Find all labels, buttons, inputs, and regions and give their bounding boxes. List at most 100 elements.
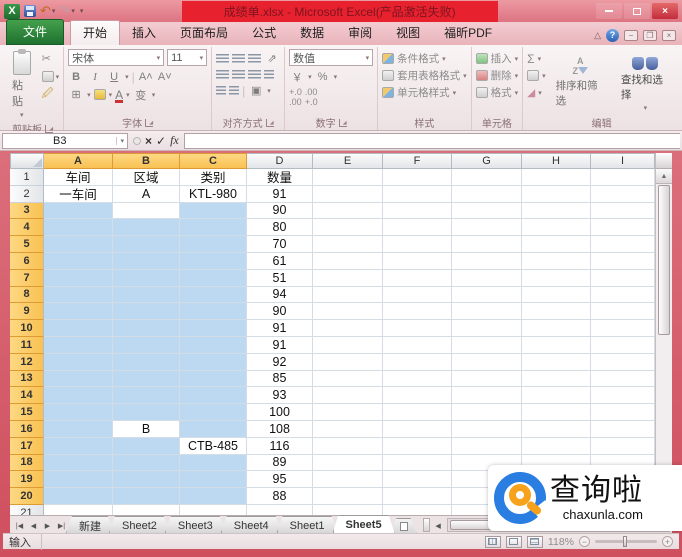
cell-A15[interactable] — [44, 404, 113, 421]
sheet-tab-Sheet4[interactable]: Sheet4 — [221, 516, 282, 533]
qat-customize-button[interactable]: ▾ — [79, 7, 84, 15]
cell-I12[interactable] — [591, 353, 655, 371]
cell-I11[interactable] — [591, 336, 655, 354]
cell-H15[interactable] — [522, 404, 591, 421]
cell-I3[interactable] — [591, 202, 655, 220]
minimize-button[interactable] — [596, 3, 622, 19]
cell-A17[interactable] — [44, 437, 113, 455]
row-header-13[interactable]: 13 — [10, 370, 44, 388]
orientation-icon[interactable]: ⇗ — [264, 51, 280, 66]
cell-G10[interactable] — [452, 320, 522, 337]
row-header-7[interactable]: 7 — [10, 269, 44, 287]
cell-E7[interactable] — [313, 269, 383, 287]
cell-I13[interactable] — [591, 370, 655, 388]
shrink-font-button[interactable]: A˅ — [157, 69, 173, 84]
cell-D10[interactable]: 91 — [247, 320, 313, 337]
workbook-restore-icon[interactable]: ❐ — [643, 30, 657, 41]
cell-E18[interactable] — [313, 454, 383, 472]
cell-G16[interactable] — [452, 420, 522, 438]
ribbon-tab-公式[interactable]: 公式 — [240, 21, 288, 45]
cell-G12[interactable] — [452, 353, 522, 371]
font-dialog-launcher-icon[interactable] — [145, 118, 154, 127]
cell-C21[interactable] — [180, 504, 247, 515]
cell-H8[interactable] — [522, 286, 591, 304]
formula-input[interactable] — [183, 132, 680, 149]
cell-D11[interactable]: 91 — [247, 336, 313, 354]
cell-C4[interactable] — [180, 219, 247, 237]
cell-E21[interactable] — [313, 504, 383, 515]
sheet-tab-Sheet3[interactable]: Sheet3 — [165, 516, 226, 533]
cell-I15[interactable] — [591, 404, 655, 421]
cell-C20[interactable] — [180, 488, 247, 505]
column-header-G[interactable]: G — [452, 153, 522, 169]
cell-B1[interactable]: 区域 — [113, 169, 180, 186]
font-color-button[interactable]: A — [115, 88, 124, 103]
cell-H9[interactable] — [522, 303, 591, 321]
cell-C6[interactable] — [180, 252, 247, 270]
cell-G17[interactable] — [452, 437, 522, 455]
cell-I5[interactable] — [591, 236, 655, 253]
cell-G13[interactable] — [452, 370, 522, 388]
vertical-scroll-thumb[interactable] — [658, 185, 670, 335]
cell-G3[interactable] — [452, 202, 522, 220]
ribbon-tab-审阅[interactable]: 审阅 — [336, 21, 384, 45]
tab-split-handle[interactable] — [422, 518, 430, 532]
clipboard-dialog-launcher-icon[interactable] — [45, 124, 54, 133]
cell-I4[interactable] — [591, 219, 655, 237]
column-header-C[interactable]: C — [180, 153, 247, 169]
delete-cells-button[interactable]: 删除 ▾ — [475, 68, 518, 83]
cell-E14[interactable] — [313, 387, 383, 405]
close-button[interactable]: × — [652, 3, 678, 19]
column-header-I[interactable]: I — [591, 153, 655, 169]
page-break-view-button[interactable] — [526, 535, 543, 548]
cell-E20[interactable] — [313, 488, 383, 505]
autosum-button[interactable]: Σ ▾ — [527, 51, 546, 66]
cell-C11[interactable] — [180, 336, 247, 354]
ribbon-tab-福昕PDF[interactable]: 福昕PDF — [432, 21, 504, 45]
cell-D8[interactable]: 94 — [247, 286, 313, 304]
cell-A6[interactable] — [44, 252, 113, 270]
zoom-out-button[interactable]: − — [579, 536, 590, 547]
cell-F7[interactable] — [383, 269, 452, 287]
redo-button[interactable]: ↷ ▾ — [59, 3, 74, 19]
cell-A3[interactable] — [44, 202, 113, 220]
prev-sheet-icon[interactable]: ◀ — [27, 519, 40, 532]
conditional-formatting-button[interactable]: 条件格式 ▾ — [382, 51, 467, 66]
cell-B15[interactable] — [113, 404, 180, 421]
maximize-button[interactable] — [624, 3, 650, 19]
cell-F15[interactable] — [383, 404, 452, 421]
cell-G7[interactable] — [452, 269, 522, 287]
cell-B16[interactable]: B — [113, 420, 180, 438]
format-cells-button[interactable]: 格式 ▾ — [475, 85, 518, 100]
align-left-icon[interactable] — [216, 70, 230, 79]
underline-button[interactable]: U — [106, 69, 122, 84]
decrease-decimal-button[interactable]: .00 +.0 — [305, 87, 318, 107]
cell-F3[interactable] — [383, 202, 452, 220]
increase-decimal-button[interactable]: +.0.00 — [289, 87, 302, 107]
cell-D2[interactable]: 91 — [247, 185, 313, 203]
sort-filter-button[interactable]: AZ 排序和筛选 — [550, 49, 611, 115]
row-header-6[interactable]: 6 — [10, 252, 44, 270]
align-top-icon[interactable] — [216, 54, 230, 63]
sheet-tab-Sheet2[interactable]: Sheet2 — [109, 516, 170, 533]
cell-B18[interactable] — [113, 454, 180, 472]
cell-H11[interactable] — [522, 336, 591, 354]
cell-E9[interactable] — [313, 303, 383, 321]
cell-C1[interactable]: 类别 — [180, 169, 247, 186]
merge-center-icon[interactable]: ▣ — [248, 83, 264, 98]
row-header-14[interactable]: 14 — [10, 387, 44, 405]
cell-B12[interactable] — [113, 353, 180, 371]
cell-G9[interactable] — [452, 303, 522, 321]
row-header-16[interactable]: 16 — [10, 420, 44, 438]
cell-H6[interactable] — [522, 252, 591, 270]
cell-C17[interactable]: CTB-485 — [180, 437, 247, 455]
select-all-corner[interactable] — [10, 153, 44, 169]
cell-C10[interactable] — [180, 320, 247, 337]
cell-C19[interactable] — [180, 471, 247, 489]
cell-B10[interactable] — [113, 320, 180, 337]
cell-I17[interactable] — [591, 437, 655, 455]
insert-function-icon[interactable]: fx — [170, 133, 179, 148]
cell-D6[interactable]: 61 — [247, 252, 313, 270]
cell-D4[interactable]: 80 — [247, 219, 313, 237]
cell-I6[interactable] — [591, 252, 655, 270]
